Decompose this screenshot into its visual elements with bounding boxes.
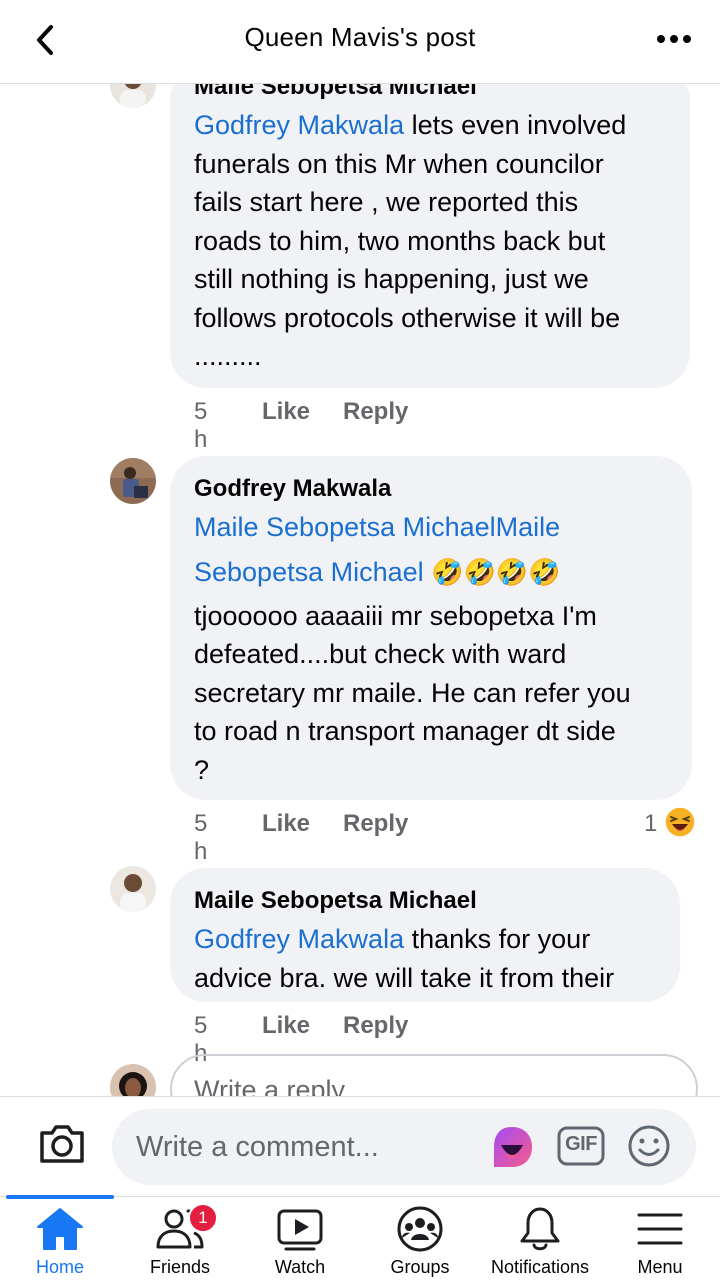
comment-field[interactable]: GIF: [112, 1109, 696, 1185]
comments-feed[interactable]: Maile Sebopetsa Michael Godfrey Makwala …: [0, 84, 720, 1096]
like-button[interactable]: Like: [262, 1012, 310, 1040]
reply-button[interactable]: Reply: [343, 1012, 408, 1040]
profile-photo: [110, 84, 156, 108]
profile-photo: [110, 1064, 156, 1096]
mention-link[interactable]: Sebopetsa Michael: [194, 557, 424, 587]
nav-friends[interactable]: 1 Friends: [120, 1197, 240, 1280]
nav-home[interactable]: Home: [0, 1195, 120, 1280]
comment-bubble[interactable]: Godfrey Makwala Maile Sebopetsa MichaelM…: [170, 456, 692, 800]
like-button[interactable]: Like: [262, 810, 310, 838]
camera-icon: [40, 1125, 84, 1163]
comment-input[interactable]: [136, 1127, 476, 1167]
nav-menu[interactable]: Menu: [600, 1197, 720, 1280]
watch-icon: [277, 1209, 323, 1251]
bottom-nav: Home 1 Friends Watch Groups Notification…: [0, 1195, 720, 1280]
mention-link[interactable]: Maile Sebopetsa MichaelMaile: [194, 512, 560, 542]
rofl-emoji-icon: 🤣🤣🤣🤣: [431, 556, 561, 587]
comment-text: Godfrey Makwala lets even involved funer…: [194, 110, 627, 371]
gif-button[interactable]: GIF: [556, 1123, 606, 1169]
mention-link[interactable]: Godfrey Makwala: [194, 110, 404, 140]
groups-icon: [397, 1206, 443, 1252]
comment-bubble[interactable]: Maile Sebopetsa Michael Godfrey Makwala …: [170, 84, 690, 388]
comment-author[interactable]: Maile Sebopetsa Michael: [194, 886, 656, 916]
more-button[interactable]: [656, 28, 692, 50]
app-header: Queen Mavis's post: [0, 0, 720, 84]
active-indicator: [6, 1195, 114, 1199]
nav-notifications[interactable]: Notifications: [480, 1197, 600, 1280]
nav-label: Groups: [390, 1257, 450, 1277]
avatar[interactable]: [110, 458, 156, 504]
emoji-button[interactable]: [626, 1123, 672, 1169]
comment-timestamp[interactable]: 5 h: [194, 398, 207, 454]
nav-label: Friends: [149, 1257, 211, 1277]
comment-composer: GIF: [0, 1096, 720, 1196]
nav-label: Home: [35, 1257, 84, 1277]
notification-badge: 1: [188, 1203, 218, 1233]
reply-input[interactable]: [194, 1070, 674, 1096]
comment-timestamp[interactable]: 5 h: [194, 810, 207, 866]
gif-label: GIF: [565, 1133, 597, 1155]
nav-label: Notifications: [490, 1257, 590, 1277]
reply-button[interactable]: Reply: [343, 398, 408, 426]
avatar-sticker-icon: [494, 1127, 532, 1167]
avatar[interactable]: [110, 866, 156, 912]
avatar-sticker-button[interactable]: [488, 1123, 536, 1171]
more-horizontal-icon: [657, 35, 691, 43]
profile-photo: [110, 458, 156, 504]
camera-button[interactable]: [36, 1117, 88, 1169]
page-title: Queen Mavis's post: [244, 22, 476, 52]
nav-watch[interactable]: Watch: [240, 1197, 360, 1280]
like-button[interactable]: Like: [262, 398, 310, 426]
reaction-count[interactable]: 1: [644, 810, 657, 838]
comment-author[interactable]: Maile Sebopetsa Michael: [194, 84, 666, 102]
mention-link[interactable]: Godfrey Makwala: [194, 924, 404, 954]
comment-author[interactable]: Godfrey Makwala: [194, 474, 668, 504]
avatar[interactable]: [110, 84, 156, 108]
nav-label: Watch: [274, 1257, 326, 1277]
profile-photo: [110, 866, 156, 912]
smiley-icon: [628, 1125, 670, 1167]
home-icon: [37, 1208, 83, 1250]
comment-text: Godfrey Makwala thanks for your advice b…: [194, 924, 615, 993]
nav-label: Menu: [637, 1257, 683, 1277]
hamburger-icon: [637, 1213, 683, 1245]
reply-button[interactable]: Reply: [343, 810, 408, 838]
bell-icon: [520, 1207, 560, 1251]
nav-groups[interactable]: Groups: [360, 1197, 480, 1280]
laughing-emoji-icon[interactable]: [664, 806, 696, 838]
comment-text: Maile Sebopetsa MichaelMaile Sebopetsa M…: [194, 512, 631, 785]
avatar: [110, 1064, 156, 1096]
reply-input-box[interactable]: [170, 1054, 698, 1096]
comment-bubble[interactable]: Maile Sebopetsa Michael Godfrey Makwala …: [170, 868, 680, 1002]
